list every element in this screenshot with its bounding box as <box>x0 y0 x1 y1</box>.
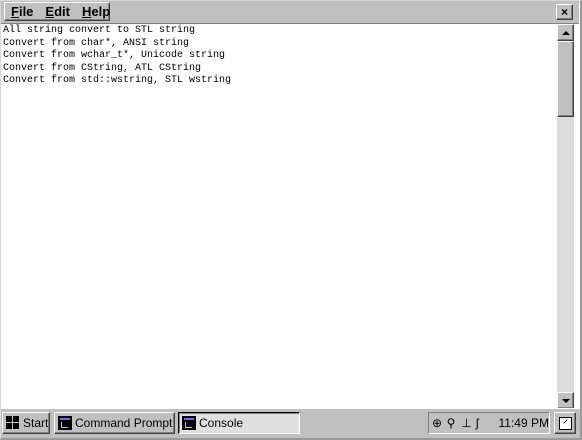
console-output[interactable]: All string convert to STL string Convert… <box>1 24 557 408</box>
connection-icon[interactable]: ⚲ <box>447 417 459 429</box>
clock[interactable]: 11:49 PM <box>499 416 549 430</box>
menu-help[interactable]: Help <box>76 3 116 21</box>
taskbar-button-command-prompt[interactable]: Command Prompt <box>54 412 175 434</box>
taskbar-button-label: Command Prompt <box>75 416 173 430</box>
menu-file[interactable]: File <box>5 3 39 21</box>
arrow-up-icon <box>561 30 570 35</box>
start-button[interactable]: Start <box>2 412 50 434</box>
console-line: Convert from std::wstring, STL wstring <box>3 75 232 86</box>
close-icon: × <box>560 5 568 19</box>
console-line: All string convert to STL string <box>3 25 196 36</box>
vertical-scrollbar[interactable] <box>557 24 574 409</box>
arrow-down-icon <box>561 398 570 403</box>
scroll-up-button[interactable] <box>557 24 574 41</box>
menu-edit[interactable]: Edit <box>39 3 76 21</box>
close-button[interactable]: × <box>556 4 573 20</box>
windows-logo-icon <box>6 416 20 430</box>
console-app-icon <box>58 416 72 430</box>
console-line: Convert from CString, ATL CString <box>3 62 202 74</box>
network-icon[interactable]: ⊕ <box>432 417 444 429</box>
show-desktop-icon <box>558 416 572 430</box>
system-tray: ⊕ ⚲ ⊥ ʃ 11:49 PM <box>428 412 550 434</box>
console-line: Convert from char*, ANSI string <box>3 37 190 49</box>
menu-group: File Edit Help <box>4 2 110 21</box>
power-icon[interactable]: ʃ <box>476 417 488 429</box>
menu-bar: File Edit Help × <box>1 1 579 24</box>
scroll-thumb[interactable] <box>557 41 574 117</box>
show-desktop-button[interactable] <box>554 412 576 434</box>
console-line: Convert from wchar_t*, Unicode string <box>3 50 226 61</box>
console-app-icon <box>182 416 196 430</box>
usb-icon[interactable]: ⊥ <box>461 417 473 429</box>
taskbar: Start Command Prompt Console ⊕ ⚲ ⊥ ʃ 11:… <box>0 408 580 439</box>
taskbar-button-console[interactable]: Console <box>178 412 300 434</box>
start-label: Start <box>23 416 49 430</box>
taskbar-button-label: Console <box>199 416 244 430</box>
scroll-down-button[interactable] <box>557 392 574 409</box>
